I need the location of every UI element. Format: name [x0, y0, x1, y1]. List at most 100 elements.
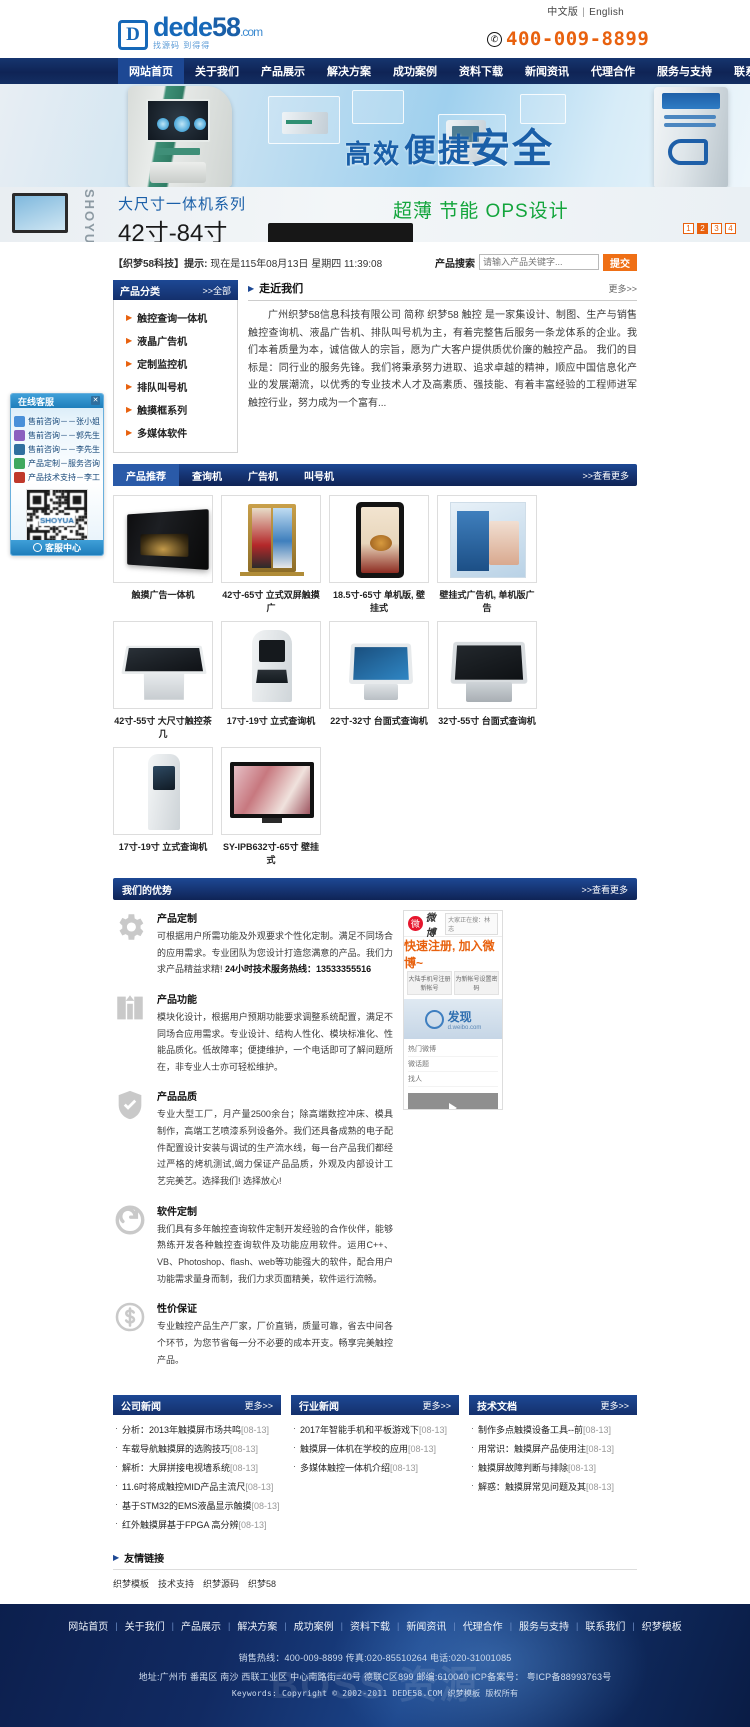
product-thumbnail — [113, 621, 213, 709]
product-card[interactable]: SY-IPB632寸-65寸 壁挂式 — [221, 747, 321, 866]
product-tab-3[interactable]: 叫号机 — [291, 464, 347, 486]
service-widget-footer[interactable]: 客服中心 — [11, 540, 103, 555]
advantages-more-link[interactable]: >>查看更多 — [581, 883, 628, 896]
banner-slide-bottom: SHOYUA 大尺寸一体机系列 42寸-84寸 超薄 节能 OPS设计 — [0, 187, 750, 242]
news-item[interactable]: 11.6吋将成触控MID产品主流尺[08-13] — [115, 1477, 279, 1496]
footer-nav-item-6[interactable]: 新闻资讯 — [399, 1618, 453, 1633]
category-item-1[interactable]: ▶ 液晶广告机 — [114, 329, 237, 352]
close-icon[interactable]: ✕ — [91, 396, 100, 405]
advantage-item: 产品功能 模块化设计，根据用户预期功能要求调整系统配置，满足不同场合应用需求。专业… — [113, 991, 393, 1076]
site-logo[interactable]: D dede58.com 找源码 到得得 — [118, 12, 263, 50]
service-contact-item[interactable]: 产品定制－服务咨询 — [14, 456, 100, 470]
weibo-widget[interactable]: 微 微博 大家正在搜：林志 快速注册, 加入微博~ 大陆手机号注册新帐号 为新帐… — [403, 910, 503, 1110]
footer-nav-item-2[interactable]: 产品展示 — [174, 1618, 228, 1633]
search-input[interactable] — [479, 254, 599, 270]
news-more-link[interactable]: 更多>> — [244, 1399, 273, 1412]
nav-item-6[interactable]: 新闻资讯 — [514, 58, 580, 84]
nav-item-2[interactable]: 产品展示 — [250, 58, 316, 84]
category-more-link[interactable]: >>全部 — [202, 284, 231, 297]
category-item-4[interactable]: ▶ 触摸框系列 — [114, 398, 237, 421]
logo-58: 58 — [212, 12, 241, 42]
banner-page-3[interactable]: 3 — [711, 223, 722, 234]
nav-item-3[interactable]: 解决方案 — [316, 58, 382, 84]
footer-nav-item-0[interactable]: 网站首页 — [61, 1618, 115, 1633]
hero-banner[interactable]: 高效 便捷 安全 SHOYUA 大尺寸一体机系列 42寸-84寸 超薄 节能 O… — [0, 84, 750, 242]
news-item[interactable]: 触摸屏一体机在学校的应用[08-13] — [293, 1439, 457, 1458]
footer-nav-item-1[interactable]: 关于我们 — [118, 1618, 172, 1633]
nav-item-0[interactable]: 网站首页 — [118, 58, 184, 88]
nav-item-5[interactable]: 资料下载 — [448, 58, 514, 84]
nav-item-4[interactable]: 成功案例 — [382, 58, 448, 84]
friend-link-0[interactable]: 织梦模板 — [113, 1577, 149, 1590]
footer-nav-item-9[interactable]: 联系我们 — [578, 1618, 632, 1633]
news-item[interactable]: 制作多点触摸设备工具--前[08-13] — [471, 1420, 635, 1439]
nav-item-9[interactable]: 联系我们 — [723, 58, 750, 84]
news-item[interactable]: 2017年智能手机和平板游戏下[08-13] — [293, 1420, 457, 1439]
friend-link-3[interactable]: 织梦58 — [248, 1577, 276, 1590]
footer-nav-item-8[interactable]: 服务与支持 — [512, 1618, 576, 1633]
service-contact-item[interactable]: 售前咨询－－李先生 — [14, 442, 100, 456]
weibo-nav-item-1[interactable]: 微话题 — [408, 1057, 498, 1072]
weibo-password-button[interactable]: 为新帐号设置密码 — [454, 971, 499, 995]
banner-page-4[interactable]: 4 — [725, 223, 736, 234]
product-search: 产品搜索 提交 — [435, 253, 637, 271]
friend-link-1[interactable]: 技术支持 — [158, 1577, 194, 1590]
weibo-video-thumb[interactable] — [408, 1093, 498, 1109]
category-item-5[interactable]: ▶ 多媒体软件 — [114, 421, 237, 444]
lang-chinese[interactable]: 中文版 — [547, 7, 578, 18]
news-item[interactable]: 基于STM32的EMS液晶显示触摸[08-13] — [115, 1496, 279, 1515]
banner-page-2[interactable]: 2 — [697, 223, 708, 234]
product-card[interactable]: 42寸-55寸 大尺寸触控茶几 — [113, 621, 213, 740]
product-tab-0[interactable]: 产品推荐 — [113, 464, 179, 486]
banner-page-1[interactable]: 1 — [683, 223, 694, 234]
category-item-3[interactable]: ▶ 排队叫号机 — [114, 375, 237, 398]
product-card[interactable]: 17寸-19寸 立式查询机 — [221, 621, 321, 740]
product-card[interactable]: 18.5寸-65寸 单机版, 壁挂式 — [329, 495, 429, 614]
category-item-2[interactable]: ▶ 定制监控机 — [114, 352, 237, 375]
product-tab-1[interactable]: 查询机 — [179, 464, 235, 486]
news-list: 制作多点触摸设备工具--前[08-13]用常识：触摸屏产品使用注[08-13]触… — [469, 1415, 637, 1496]
news-more-link[interactable]: 更多>> — [422, 1399, 451, 1412]
news-item[interactable]: 分析：2013年触摸屏市场共鸣[08-13] — [115, 1420, 279, 1439]
news-item[interactable]: 车载导航触摸屏的选购技巧[08-13] — [115, 1439, 279, 1458]
product-card[interactable]: 17寸-19寸 立式查询机 — [113, 747, 213, 866]
lang-english[interactable]: English — [589, 7, 624, 18]
footer-nav-item-10[interactable]: 织梦模板 — [635, 1618, 689, 1633]
product-card[interactable]: 22寸-32寸 台面式查询机 — [329, 621, 429, 740]
nav-item-1[interactable]: 关于我们 — [184, 58, 250, 84]
weibo-nav-item-0[interactable]: 热门微博 — [408, 1042, 498, 1057]
product-card[interactable]: 壁挂式广告机, 单机版广告 — [437, 495, 537, 614]
footer-nav-item-3[interactable]: 解决方案 — [230, 1618, 284, 1633]
weibo-register-button[interactable]: 大陆手机号注册新帐号 — [407, 971, 452, 995]
news-item[interactable]: 解惑：触摸屏常见问题及其[08-13] — [471, 1477, 635, 1496]
product-name: SY-IPB632寸-65寸 壁挂式 — [222, 842, 320, 865]
news-item[interactable]: 用常识：触摸屏产品使用注[08-13] — [471, 1439, 635, 1458]
news-item[interactable]: 解析：大屏拼接电视墙系统[08-13] — [115, 1458, 279, 1477]
weibo-search-hint[interactable]: 大家正在搜：林志 — [445, 912, 498, 935]
news-item[interactable]: 触摸屏故障判断与排除[08-13] — [471, 1458, 635, 1477]
search-submit-button[interactable]: 提交 — [603, 253, 637, 271]
nav-item-7[interactable]: 代理合作 — [580, 58, 646, 84]
footer-nav-item-5[interactable]: 资料下载 — [343, 1618, 397, 1633]
nav-item-8[interactable]: 服务与支持 — [646, 58, 723, 84]
online-service-widget[interactable]: 在线客服 ✕ 售前咨询－－张小姐 售前咨询－－郭先生 售前咨询－－李先生 产品定制－服… — [10, 393, 104, 556]
footer-nav-item-7[interactable]: 代理合作 — [456, 1618, 510, 1633]
news-item[interactable]: 多媒体触控一体机介绍[08-13] — [293, 1458, 457, 1477]
product-tab-2[interactable]: 广告机 — [235, 464, 291, 486]
weibo-nav-item-2[interactable]: 找人 — [408, 1072, 498, 1087]
product-name: 17寸-19寸 立式查询机 — [226, 716, 316, 726]
news-more-link[interactable]: 更多>> — [600, 1399, 629, 1412]
service-contact-item[interactable]: 产品技术支持－李工 — [14, 470, 100, 484]
friend-link-2[interactable]: 织梦源码 — [203, 1577, 239, 1590]
footer-nav-item-4[interactable]: 成功案例 — [287, 1618, 341, 1633]
service-contact-item[interactable]: 售前咨询－－郭先生 — [14, 428, 100, 442]
product-thumbnail — [329, 621, 429, 709]
products-more-link[interactable]: >>查看更多 — [582, 464, 637, 486]
product-card[interactable]: 42寸-65寸 立式双屏触摸广 — [221, 495, 321, 614]
news-item[interactable]: 红外触摸屏基于FPGA 高分辨[08-13] — [115, 1515, 279, 1534]
product-card[interactable]: 32寸-55寸 台面式查询机 — [437, 621, 537, 740]
about-more-link[interactable]: 更多>> — [608, 282, 637, 295]
service-contact-item[interactable]: 售前咨询－－张小姐 — [14, 414, 100, 428]
product-card[interactable]: 触摸广告一体机 — [113, 495, 213, 614]
category-item-0[interactable]: ▶ 触控查询一体机 — [114, 306, 237, 329]
